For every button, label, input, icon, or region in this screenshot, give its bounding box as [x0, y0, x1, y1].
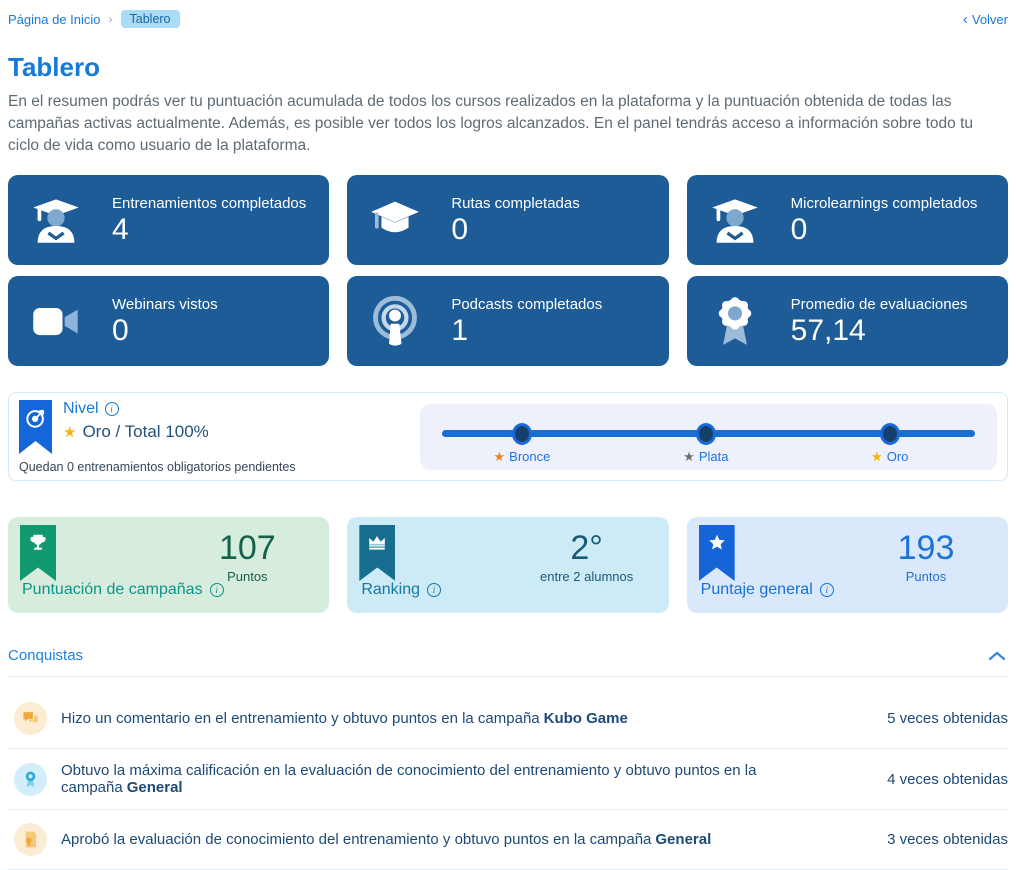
star-icon: ★	[871, 450, 883, 463]
stat-label: Rutas completadas	[451, 195, 579, 212]
mortarboard-icon	[369, 194, 421, 246]
info-icon[interactable]: i	[210, 583, 224, 597]
score-label: Ranking	[361, 581, 420, 599]
achievement-text: Aprobó la evaluación de conocimiento del…	[61, 831, 867, 848]
progress-marker-bronce	[512, 423, 532, 445]
score-card-campaigns: Puntuación de campañas i 107 Puntos	[8, 517, 329, 613]
achievement-count: 5 veces obtenidas	[887, 710, 1008, 727]
achievement-row: Aprobó la evaluación de conocimiento del…	[8, 810, 1008, 870]
stat-label: Entrenamientos completados	[112, 195, 306, 212]
topbar: Página de Inicio › Tablero ‹ Volver	[8, 8, 1008, 30]
dashboard-page: Página de Inicio › Tablero ‹ Volver Tabl…	[0, 0, 1016, 870]
stat-card-podcasts: Podcasts completados 1	[347, 276, 668, 366]
milestone-plata: ★ Plata	[683, 449, 728, 464]
award-ribbon-icon	[709, 295, 761, 347]
score-unit: Puntos	[199, 569, 295, 584]
graduate-icon	[30, 194, 82, 246]
achievement-count: 4 veces obtenidas	[887, 771, 1008, 788]
score-value: 107	[199, 531, 295, 567]
stat-value: 0	[791, 213, 978, 246]
achievements-title: Conquistas	[8, 647, 83, 664]
stat-value: 0	[112, 314, 218, 347]
info-icon[interactable]: i	[427, 583, 441, 597]
stats-grid: Entrenamientos completados 4 Rutas compl…	[8, 175, 1008, 366]
info-icon[interactable]: i	[820, 583, 834, 597]
score-unit: entre 2 alumnos	[539, 569, 635, 584]
score-grid: Puntuación de campañas i 107 Puntos Rank…	[8, 517, 1008, 613]
video-camera-icon	[30, 295, 82, 347]
stat-label: Podcasts completados	[451, 296, 602, 313]
score-unit: Puntos	[878, 569, 974, 584]
score-label: Puntaje general	[701, 581, 813, 599]
score-card-ranking: Ranking i 2° entre 2 alumnos	[347, 517, 668, 613]
graduate-icon	[709, 194, 761, 246]
chevron-left-icon: ‹	[963, 12, 968, 27]
level-label: Nivel	[63, 400, 99, 418]
stat-card-entrenamientos: Entrenamientos completados 4	[8, 175, 329, 265]
breadcrumb-current: Tablero	[121, 10, 180, 28]
breadcrumb: Página de Inicio › Tablero	[8, 10, 180, 28]
podcast-icon	[369, 295, 421, 347]
stat-value: 1	[451, 314, 602, 347]
star-icon: ★	[683, 450, 695, 463]
certificate-icon	[14, 823, 47, 856]
achievements-section: Conquistas Hizo un comentario en el entr…	[8, 643, 1008, 870]
milestone-oro: ★ Oro	[871, 449, 908, 464]
page-title: Tablero	[8, 52, 1008, 83]
stat-label: Promedio de evaluaciones	[791, 296, 968, 313]
achievement-text: Hizo un comentario en el entrenamiento y…	[61, 710, 867, 727]
score-label: Puntuación de campañas	[22, 581, 203, 599]
score-value: 2°	[539, 531, 635, 567]
progress-marker-plata	[696, 423, 716, 445]
score-value: 193	[878, 531, 974, 567]
stat-label: Webinars vistos	[112, 296, 218, 313]
score-card-general: Puntaje general i 193 Puntos	[687, 517, 1008, 613]
achievement-text: Obtuvo la máxima calificación en la eval…	[61, 762, 867, 796]
stat-value: 57,14	[791, 314, 968, 347]
achievement-row: Hizo un comentario en el entrenamiento y…	[8, 689, 1008, 749]
crown-badge-icon	[359, 525, 395, 581]
achievement-count: 3 veces obtenidas	[887, 831, 1008, 848]
progress-marker-oro	[880, 423, 900, 445]
trophy-badge-icon	[20, 525, 56, 581]
stat-card-microlearnings: Microlearnings completados 0	[687, 175, 1008, 265]
medal-icon	[14, 763, 47, 796]
level-panel: Nivel i ★ Oro / Total 100% Quedan 0 entr…	[8, 392, 1008, 481]
stat-value: 0	[451, 213, 579, 246]
star-icon: ★	[494, 450, 506, 463]
stat-card-webinars: Webinars vistos 0	[8, 276, 329, 366]
level-current-value: Oro / Total 100%	[82, 422, 208, 442]
stat-card-rutas: Rutas completadas 0	[347, 175, 668, 265]
back-button[interactable]: ‹ Volver	[963, 12, 1008, 27]
chevron-right-icon: ›	[109, 12, 113, 26]
campaign-name: General	[127, 779, 183, 796]
stat-value: 4	[112, 213, 306, 246]
comments-icon	[14, 702, 47, 735]
chevron-up-icon[interactable]	[988, 650, 1006, 662]
page-description: En el resumen podrás ver tu puntuación a…	[8, 91, 1008, 157]
info-icon[interactable]: i	[105, 402, 119, 416]
level-pending-text: Quedan 0 entrenamientos obligatorios pen…	[19, 460, 296, 474]
star-icon: ★	[63, 425, 76, 440]
stat-label: Microlearnings completados	[791, 195, 978, 212]
target-badge-icon	[19, 400, 52, 454]
campaign-name: General	[655, 831, 711, 848]
stat-card-promedio: Promedio de evaluaciones 57,14	[687, 276, 1008, 366]
level-progress: ★ Bronce ★ Plata ★ Oro	[420, 404, 997, 470]
campaign-name: Kubo Game	[544, 710, 628, 727]
back-label: Volver	[972, 12, 1008, 27]
achievement-row: Obtuvo la máxima calificación en la eval…	[8, 749, 1008, 810]
milestone-bronce: ★ Bronce	[494, 449, 551, 464]
breadcrumb-home-link[interactable]: Página de Inicio	[8, 12, 101, 27]
star-badge-icon	[699, 525, 735, 581]
